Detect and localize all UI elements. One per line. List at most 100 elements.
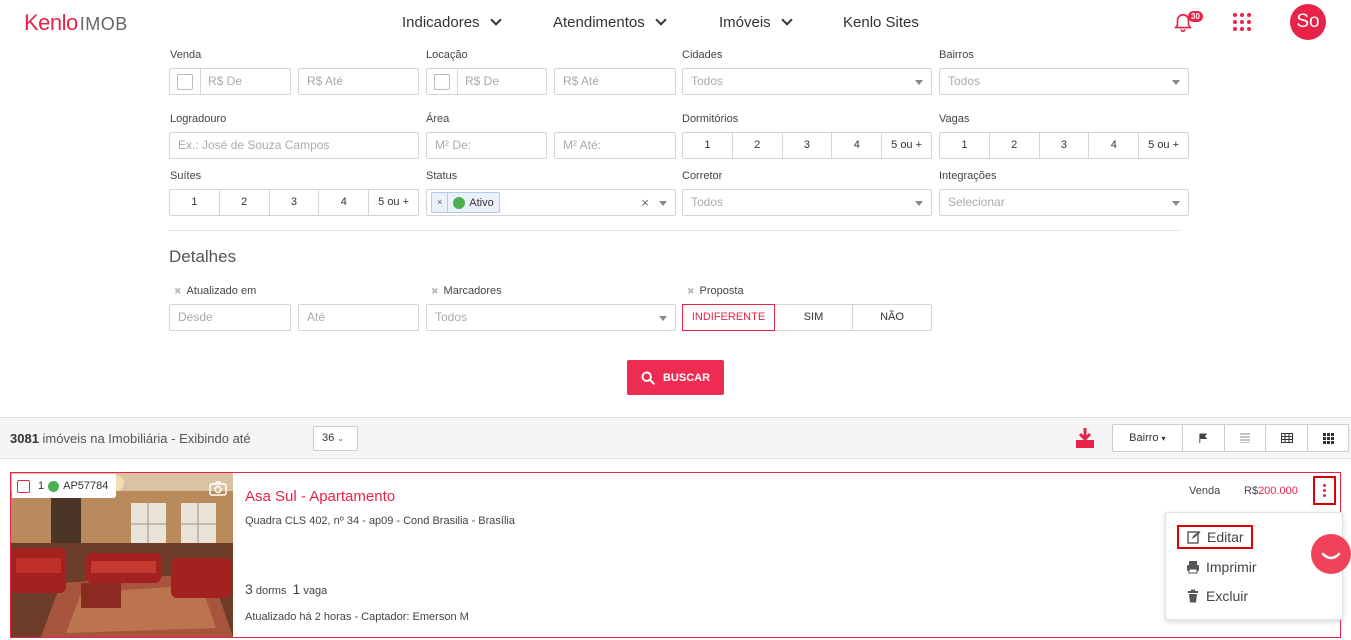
caret-down-icon (915, 201, 923, 206)
chat-icon (1321, 552, 1341, 560)
proposta-label[interactable]: Proposta (687, 285, 744, 297)
dormitorios-option-4[interactable]: 4 (832, 133, 883, 158)
chevron-down-icon (655, 14, 667, 26)
clear-icon[interactable]: × (641, 190, 649, 215)
chat-widget-button[interactable] (1311, 534, 1351, 574)
corretor-select[interactable]: Todos (682, 189, 932, 216)
active-status-dot (48, 480, 60, 492)
sort-by-bairro[interactable]: Bairro ▾ (1113, 425, 1183, 451)
flag-view-icon[interactable] (1183, 425, 1225, 451)
corretor-label: Corretor (682, 170, 723, 182)
table-view-icon[interactable] (1266, 425, 1309, 451)
status-tag-ativo: × Ativo (431, 192, 500, 213)
venda-to-input[interactable]: R$ Até (298, 68, 419, 95)
marcadores-select[interactable]: Todos (426, 304, 676, 331)
bairros-select[interactable]: Todos (939, 68, 1189, 95)
dormitorios-group: 1 2 3 4 5 ou + (682, 132, 932, 159)
per-page-select[interactable]: 36 ⌄ (313, 426, 358, 451)
vagas-option-2[interactable]: 2 (990, 133, 1040, 158)
download-icon[interactable] (1075, 427, 1095, 449)
venda-separator (200, 69, 201, 94)
menu-item-editar[interactable]: Editar (1177, 525, 1253, 549)
listing-deal-type: Venda (1189, 485, 1221, 497)
locacao-separator (457, 69, 458, 94)
vagas-option-4[interactable]: 4 (1089, 133, 1140, 158)
vagas-option-3[interactable]: 3 (1040, 133, 1090, 158)
vagas-group: 1 2 3 4 5 ou + (939, 132, 1189, 159)
listing-updated: Atualizado há 2 horas - Captador: Emerso… (245, 611, 469, 623)
locacao-checkbox[interactable] (434, 74, 450, 90)
dormitorios-option-5plus[interactable]: 5 ou + (882, 133, 931, 158)
user-avatar[interactable]: So (1290, 4, 1326, 40)
vagas-label: Vagas (939, 113, 970, 125)
suites-option-2[interactable]: 2 (220, 190, 270, 215)
logradouro-label: Logradouro (170, 113, 227, 125)
notification-badge: 30 (1188, 11, 1203, 22)
area-to-input[interactable]: M² Até: (554, 132, 676, 159)
dormitorios-option-1[interactable]: 1 (683, 133, 733, 158)
vagas-option-5plus[interactable]: 5 ou + (1139, 133, 1188, 158)
listing-address: Quadra CLS 402, nº 34 - ap09 - Cond Bras… (245, 515, 515, 527)
list-view-icon[interactable] (1225, 425, 1267, 451)
vagas-option-1[interactable]: 1 (940, 133, 990, 158)
suites-option-3[interactable]: 3 (270, 190, 320, 215)
cidades-label: Cidades (682, 49, 723, 61)
nav-imoveis[interactable]: Imóveis (719, 14, 793, 31)
integracoes-label: Integrações (939, 170, 997, 182)
suites-option-5plus[interactable]: 5 ou + (369, 190, 418, 215)
proposta-group: INDIFERENTE SIM NÃO (682, 304, 932, 331)
area-label: Área (426, 113, 450, 125)
locacao-label: Locação (426, 49, 468, 61)
suites-label: Suítes (170, 170, 202, 182)
integracoes-select[interactable]: Selecionar (939, 189, 1189, 216)
caret-down-icon (659, 201, 667, 206)
atualizado-from-input[interactable]: Desde (169, 304, 291, 331)
logradouro-input[interactable]: Ex.: José de Souza Campos (169, 132, 419, 159)
listing-code-badge: 1 AP57784 (12, 474, 117, 498)
apps-grid-icon[interactable] (1233, 13, 1251, 31)
listing-price: R$200.000 (1244, 485, 1298, 497)
suites-option-1[interactable]: 1 (170, 190, 220, 215)
view-toggle-group: Bairro ▾ (1112, 424, 1349, 452)
kenlo-logo[interactable]: Kenlo IMOB (24, 10, 128, 36)
caret-down-icon (915, 80, 923, 85)
caret-down-icon (659, 316, 667, 321)
venda-checkbox[interactable] (177, 74, 193, 90)
dormitorios-option-2[interactable]: 2 (733, 133, 783, 158)
search-icon (641, 371, 655, 385)
print-icon (1187, 561, 1199, 574)
caret-down-icon (1172, 80, 1180, 85)
nav-indicadores[interactable]: Indicadores (402, 14, 502, 31)
tag-remove-icon[interactable]: × (432, 193, 449, 212)
cidades-select[interactable]: Todos (682, 68, 932, 95)
bairros-label: Bairros (939, 49, 974, 61)
search-button[interactable]: BUSCAR (627, 360, 724, 395)
area-from-input[interactable]: M² De: (426, 132, 547, 159)
suites-option-4[interactable]: 4 (319, 190, 370, 215)
proposta-option-indiferente[interactable]: INDIFERENTE (682, 304, 775, 331)
proposta-option-sim[interactable]: SIM (775, 305, 853, 330)
atualizado-label[interactable]: Atualizado em (174, 285, 257, 297)
property-card[interactable]: 1 AP57784 Asa Sul - Apartamento Quadra C… (10, 472, 1341, 638)
suites-group: 1 2 3 4 5 ou + (169, 189, 419, 216)
locacao-to-input[interactable]: R$ Até (554, 68, 676, 95)
nav-atendimentos[interactable]: Atendimentos (553, 14, 667, 31)
nav-kenlo-sites[interactable]: Kenlo Sites (843, 14, 919, 31)
chevron-down-icon (489, 14, 502, 26)
menu-item-imprimir[interactable]: Imprimir (1186, 559, 1257, 575)
grid-view-icon[interactable] (1308, 425, 1348, 451)
atualizado-to-input[interactable]: Até (298, 304, 419, 331)
marcadores-label[interactable]: Marcadores (431, 285, 502, 297)
more-options-icon[interactable] (1313, 476, 1336, 505)
section-divider (169, 230, 1181, 231)
trash-icon (1188, 589, 1198, 603)
listing-select-checkbox[interactable] (17, 479, 30, 493)
caret-down-icon (1172, 201, 1180, 206)
dormitorios-option-3[interactable]: 3 (783, 133, 833, 158)
menu-item-excluir[interactable]: Excluir (1186, 588, 1248, 604)
proposta-option-nao[interactable]: NÃO (853, 305, 931, 330)
camera-icon[interactable] (209, 481, 227, 496)
results-count: 3081 imóveis na Imobiliária - Exibindo a… (10, 431, 251, 446)
venda-label: Venda (170, 49, 202, 61)
listing-title[interactable]: Asa Sul - Apartamento (245, 488, 395, 505)
